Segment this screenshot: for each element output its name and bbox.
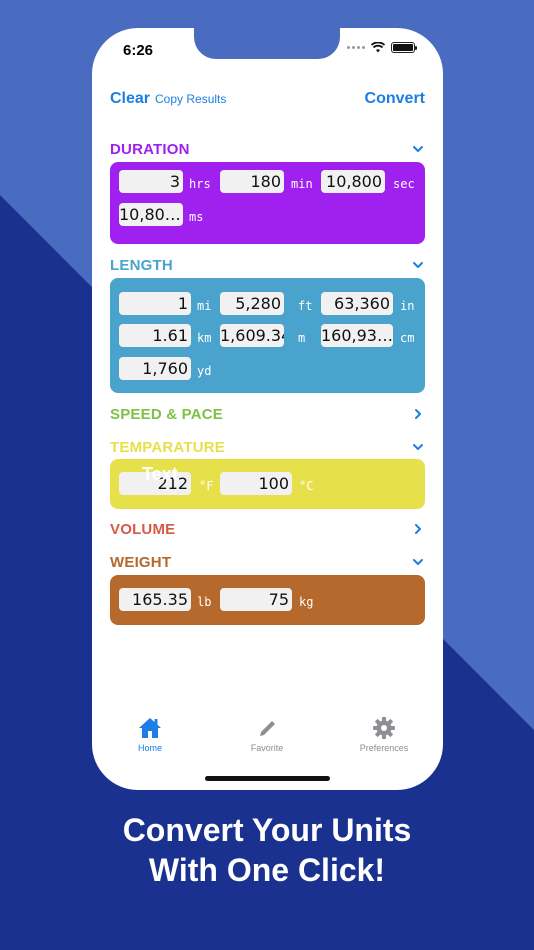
length-value-field[interactable]: 160,93… (321, 324, 393, 347)
length-unit-label: mi (197, 299, 212, 313)
chevron-down-icon (413, 262, 423, 268)
length-value-field[interactable]: 1.61 (119, 324, 191, 347)
tab-bar: Home Favorite Preferences (92, 716, 443, 756)
tab-label-home: Home (137, 743, 162, 753)
house-icon (139, 718, 161, 738)
weight-value-field[interactable]: 165.35 (119, 588, 191, 611)
signal-icon (347, 46, 365, 49)
length-unit-label: m (298, 331, 306, 345)
duration-unit-label: min (291, 177, 313, 191)
tab-favorite[interactable]: Favorite (227, 716, 307, 753)
duration-card: 3 hrs 180 min 10,800 sec 10,80… ms (110, 162, 425, 244)
duration-value-field[interactable]: 3 (119, 170, 183, 193)
tab-label-preferences: Preferences (359, 743, 409, 753)
status-icons (347, 42, 417, 53)
section-title-duration: DURATION (110, 140, 190, 158)
duration-unit-label: ms (189, 210, 204, 224)
length-unit-label: cm (400, 331, 415, 345)
weight-card: 165.35 lb 75 kg (110, 575, 425, 625)
section-title-length: LENGTH (110, 256, 173, 274)
wifi-icon (371, 42, 385, 53)
phone-screen: 6:26 Clear Copy Results Convert DURATION… (92, 28, 443, 790)
section-title-volume: VOLUME (110, 520, 176, 538)
weight-unit-label: kg (299, 595, 314, 609)
nav-bar: Clear Copy Results Convert (110, 88, 425, 110)
temperature-unit-label: °C (299, 479, 314, 493)
duration-value-field[interactable]: 10,800 (321, 170, 385, 193)
section-header-temperature[interactable]: TEMPARATURE (110, 437, 425, 457)
length-value-field[interactable]: 63,360 (321, 292, 393, 315)
tab-label-favorite: Favorite (250, 743, 284, 753)
section-header-duration[interactable]: DURATION (110, 139, 425, 159)
notch (194, 28, 340, 59)
battery-icon (391, 42, 417, 53)
length-unit-label: in (400, 299, 415, 313)
duration-unit-label: sec (393, 177, 415, 191)
temperature-value-field[interactable]: 100 (220, 472, 292, 495)
length-value-field[interactable]: 1,609.34 (220, 324, 284, 347)
gear-icon (373, 717, 395, 739)
tab-preferences[interactable]: Preferences (344, 716, 424, 753)
chevron-right-icon (415, 524, 421, 534)
section-header-weight[interactable]: WEIGHT (110, 552, 425, 572)
length-unit-label: yd (197, 364, 212, 378)
section-header-volume[interactable]: VOLUME (110, 519, 425, 539)
home-indicator (205, 776, 330, 781)
chevron-right-icon (415, 409, 421, 419)
length-value-field[interactable]: 1 (119, 292, 191, 315)
weight-unit-label: lb (197, 595, 212, 609)
duration-value-field[interactable]: 10,80… (119, 203, 183, 226)
pencil-icon (260, 721, 275, 736)
temperature-card: 212 °F 100 °C Text (110, 459, 425, 509)
length-value-field[interactable]: 5,280 (220, 292, 284, 315)
section-title-temperature: TEMPARATURE (110, 438, 225, 456)
duration-value-field[interactable]: 180 (220, 170, 284, 193)
chevron-down-icon (413, 146, 423, 152)
caption-line-1: Convert Your Units (122, 812, 412, 848)
caption-line-2: With One Click! (148, 852, 386, 888)
temperature-unit-label: °F (199, 479, 214, 493)
length-card: 1 mi 5,280 ft 63,360 in 1.61 km 1,609.34 m 160,93…… (110, 278, 425, 393)
section-header-length[interactable]: LENGTH (110, 255, 425, 275)
section-title-speed: SPEED & PACE (110, 405, 223, 423)
section-title-weight: WEIGHT (110, 553, 172, 571)
length-value-field[interactable]: 1,760 (119, 357, 191, 380)
copy-results-button[interactable]: Copy Results (155, 92, 226, 106)
chevron-down-icon (413, 559, 423, 565)
length-unit-label: ft (298, 299, 313, 313)
convert-button[interactable]: Convert (365, 90, 425, 108)
chevron-down-icon (413, 444, 423, 450)
duration-unit-label: hrs (189, 177, 211, 191)
section-header-speed[interactable]: SPEED & PACE (110, 404, 425, 424)
tab-home[interactable]: Home (110, 716, 190, 753)
status-time: 6:26 (123, 42, 154, 59)
clear-button[interactable]: Clear (110, 90, 150, 108)
length-unit-label: km (197, 331, 212, 345)
temperature-overlay-text: Text (142, 464, 178, 484)
weight-value-field[interactable]: 75 (220, 588, 292, 611)
